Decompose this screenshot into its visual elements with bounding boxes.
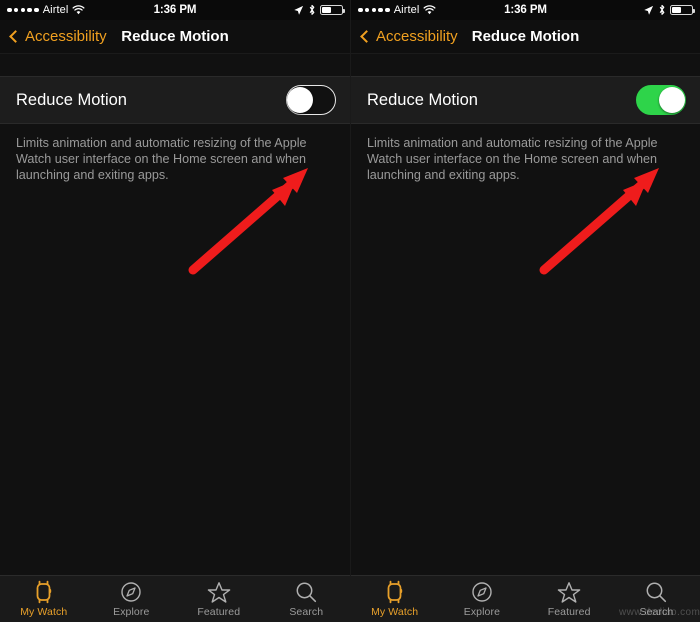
tab-label: Featured [547, 606, 591, 618]
tab-my-watch[interactable]: My Watch [351, 576, 438, 622]
tab-featured[interactable]: Featured [526, 576, 613, 622]
tab-label: Featured [197, 606, 241, 618]
reduce-motion-row[interactable]: Reduce Motion [0, 76, 350, 124]
wifi-icon [423, 5, 436, 15]
reduce-motion-description: Limits animation and automatic resizing … [16, 136, 307, 182]
compass-icon [471, 580, 493, 604]
apple-watch-icon [385, 580, 404, 604]
cellular-signal-icon [358, 7, 390, 13]
status-bar-right [223, 4, 345, 16]
status-bar-left: Airtel [358, 4, 478, 16]
back-button-accessibility[interactable]: Accessibility [8, 28, 107, 45]
status-bar-left: Airtel [7, 4, 127, 16]
chevron-left-icon [360, 30, 373, 43]
search-icon [295, 580, 317, 604]
location-arrow-icon [294, 5, 304, 15]
tab-label: Explore [463, 606, 501, 618]
tab-bar: My Watch Explore Featured [0, 575, 350, 622]
tab-search[interactable]: Search www.dediao.com [613, 576, 700, 622]
carrier-name: Airtel [393, 4, 420, 16]
settings-content: Reduce Motion Limits animation and autom… [0, 54, 350, 575]
tab-featured[interactable]: Featured [175, 576, 263, 622]
battery-icon [320, 4, 345, 16]
reduce-motion-toggle[interactable] [286, 85, 336, 115]
tab-label: Explore [113, 606, 150, 618]
battery-icon [670, 4, 695, 16]
bluetooth-icon [659, 4, 665, 15]
tab-explore[interactable]: Explore [88, 576, 176, 622]
location-arrow-icon [644, 5, 654, 15]
chevron-left-icon [9, 30, 22, 43]
star-icon [207, 580, 231, 604]
reduce-motion-description: Limits animation and automatic resizing … [367, 136, 658, 182]
toggle-knob [659, 87, 685, 113]
tab-label: Search [289, 606, 324, 618]
top-spacer [0, 54, 350, 76]
apple-watch-icon [34, 580, 53, 604]
back-button-label: Accessibility [376, 28, 458, 45]
tab-label: My Watch [371, 606, 419, 618]
tab-label: Search [639, 606, 674, 618]
dual-screenshot-comparison: Airtel 1:36 PM Accessibility Reduce Moti… [0, 0, 700, 622]
status-bar-clock: 1:36 PM [153, 4, 197, 16]
status-bar-clock: 1:36 PM [504, 4, 547, 16]
reduce-motion-label: Reduce Motion [16, 90, 127, 109]
status-bar: Airtel 1:36 PM [0, 0, 350, 20]
star-icon [557, 580, 581, 604]
tab-bar: My Watch Explore Featured [351, 575, 700, 622]
reduce-motion-toggle[interactable] [636, 85, 686, 115]
tab-label: My Watch [20, 606, 68, 618]
toggle-knob [287, 87, 313, 113]
compass-icon [120, 580, 142, 604]
reduce-motion-row[interactable]: Reduce Motion [351, 76, 700, 124]
phone-screen-left: Airtel 1:36 PM Accessibility Reduce Moti… [0, 0, 350, 622]
bluetooth-icon [309, 4, 315, 15]
wifi-icon [72, 5, 85, 15]
reduce-motion-label: Reduce Motion [367, 90, 478, 109]
top-spacer [351, 54, 700, 76]
phone-screen-right: Airtel 1:36 PM Accessibility Reduce Moti… [350, 0, 700, 622]
navigation-bar: Accessibility Reduce Motion [0, 20, 350, 54]
carrier-name: Airtel [42, 4, 69, 16]
back-button-label: Accessibility [25, 28, 107, 45]
back-button-accessibility[interactable]: Accessibility [359, 28, 458, 45]
tab-my-watch[interactable]: My Watch [0, 576, 88, 622]
navigation-bar: Accessibility Reduce Motion [351, 20, 700, 54]
status-bar: Airtel 1:36 PM [351, 0, 700, 20]
search-icon [645, 580, 667, 604]
settings-content: Reduce Motion Limits animation and autom… [351, 54, 700, 575]
status-bar-right [573, 4, 695, 16]
cellular-signal-icon [7, 7, 39, 13]
tab-explore[interactable]: Explore [438, 576, 525, 622]
tab-search[interactable]: Search [263, 576, 351, 622]
